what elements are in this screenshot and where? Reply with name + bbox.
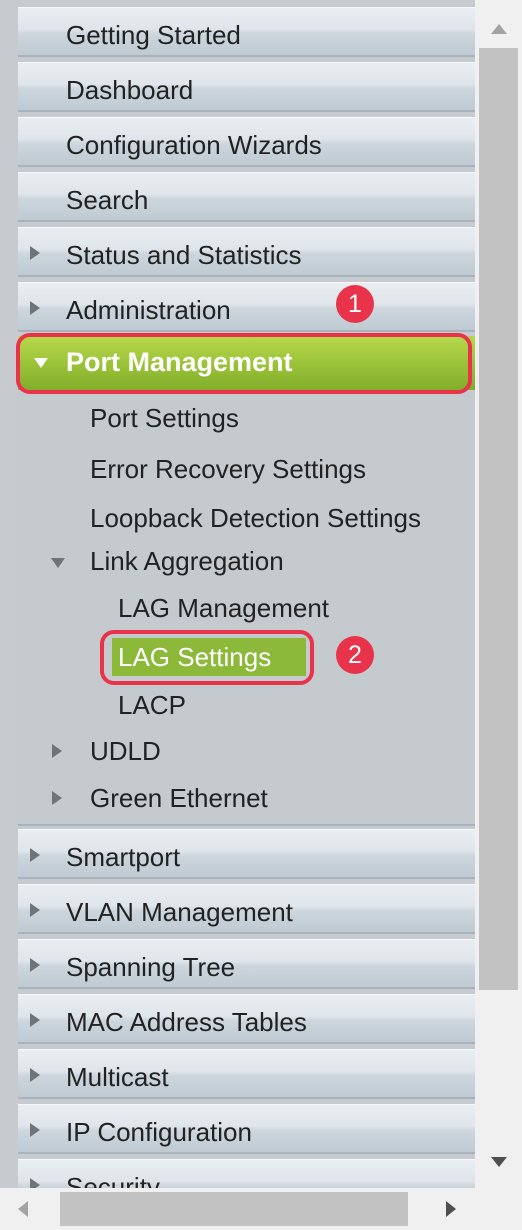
triangle-right-icon[interactable] xyxy=(30,848,40,862)
triangle-right-icon[interactable] xyxy=(30,958,40,972)
nav-item-label: Getting Started xyxy=(66,20,241,50)
nav-item-label: Administration xyxy=(66,295,231,325)
triangle-right-icon[interactable] xyxy=(30,1068,40,1082)
nav-subitem-error-recovery-settings[interactable]: Error Recovery Settings xyxy=(90,454,366,485)
nav-item-search[interactable]: Search xyxy=(18,172,475,222)
nav-item-label: MAC Address Tables xyxy=(66,1007,307,1037)
highlight-ring-port-management xyxy=(16,333,472,394)
vertical-scroll-thumb[interactable] xyxy=(479,48,518,990)
triangle-right-icon[interactable] xyxy=(30,1123,40,1137)
horizontal-scroll-thumb[interactable] xyxy=(60,1192,408,1226)
highlight-ring-lag-settings xyxy=(100,630,314,685)
nav-subitem-lag-management[interactable]: LAG Management xyxy=(118,593,329,624)
nav-subitem-lacp[interactable]: LACP xyxy=(118,690,186,721)
nav-item-dashboard[interactable]: Dashboard xyxy=(18,62,475,112)
nav-item-smartport[interactable]: Smartport xyxy=(18,829,475,879)
nav-item-vlan-management[interactable]: VLAN Management xyxy=(18,884,475,934)
triangle-right-icon[interactable] xyxy=(30,903,40,917)
triangle-right-icon[interactable] xyxy=(52,791,62,805)
nav-item-security[interactable]: Security xyxy=(18,1159,475,1188)
triangle-right-icon[interactable] xyxy=(30,1013,40,1027)
nav-item-mac-address-tables[interactable]: MAC Address Tables xyxy=(18,994,475,1044)
nav-item-label: Spanning Tree xyxy=(66,952,236,982)
nav-item-label: VLAN Management xyxy=(66,897,293,927)
nav-item-label: Security xyxy=(66,1172,160,1188)
vertical-scrollbar[interactable] xyxy=(475,0,522,1188)
nav-item-administration[interactable]: Administration xyxy=(18,282,475,332)
nav-subitem-loopback-detection-settings[interactable]: Loopback Detection Settings xyxy=(90,503,421,534)
scrollbar-corner xyxy=(475,1188,522,1230)
nav-item-label: Status and Statistics xyxy=(66,240,302,270)
nav-item-getting-started[interactable]: Getting Started xyxy=(18,7,475,57)
annotation-badge-1: 1 xyxy=(336,285,374,323)
nav-item-label: Dashboard xyxy=(66,75,194,105)
nav-item-multicast[interactable]: Multicast xyxy=(18,1049,475,1099)
nav-item-label: Smartport xyxy=(66,842,181,872)
nav-item-spanning-tree[interactable]: Spanning Tree xyxy=(18,939,475,989)
nav-subitem-green-ethernet[interactable]: Green Ethernet xyxy=(90,783,268,814)
nav-subitem-link-aggregation[interactable]: Link Aggregation xyxy=(90,546,284,577)
triangle-down-icon[interactable] xyxy=(51,558,65,568)
nav-item-status-and-statistics[interactable]: Status and Statistics xyxy=(18,227,475,277)
nav-item-label: Search xyxy=(66,185,149,215)
nav-item-label: Multicast xyxy=(66,1062,169,1092)
scroll-right-arrow-icon[interactable] xyxy=(446,1201,456,1217)
nav-item-label: Configuration Wizards xyxy=(66,130,322,160)
scroll-up-arrow-icon[interactable] xyxy=(491,24,507,34)
triangle-right-icon[interactable] xyxy=(30,1178,40,1188)
nav-item-ip-configuration[interactable]: IP Configuration xyxy=(18,1104,475,1154)
annotation-badge-2: 2 xyxy=(336,636,374,674)
triangle-right-icon[interactable] xyxy=(52,744,62,758)
nav-item-label: IP Configuration xyxy=(66,1117,252,1147)
scroll-down-arrow-icon[interactable] xyxy=(491,1157,507,1167)
navigation-tree: Getting Started Dashboard Configuration … xyxy=(0,0,475,1188)
nav-subitem-udld[interactable]: UDLD xyxy=(90,736,161,767)
horizontal-scrollbar[interactable] xyxy=(0,1188,475,1230)
scroll-left-arrow-icon[interactable] xyxy=(18,1201,28,1217)
nav-subitem-port-settings[interactable]: Port Settings xyxy=(90,403,239,434)
nav-item-configuration-wizards[interactable]: Configuration Wizards xyxy=(18,117,475,167)
triangle-right-icon[interactable] xyxy=(30,301,40,315)
triangle-right-icon[interactable] xyxy=(30,246,40,260)
